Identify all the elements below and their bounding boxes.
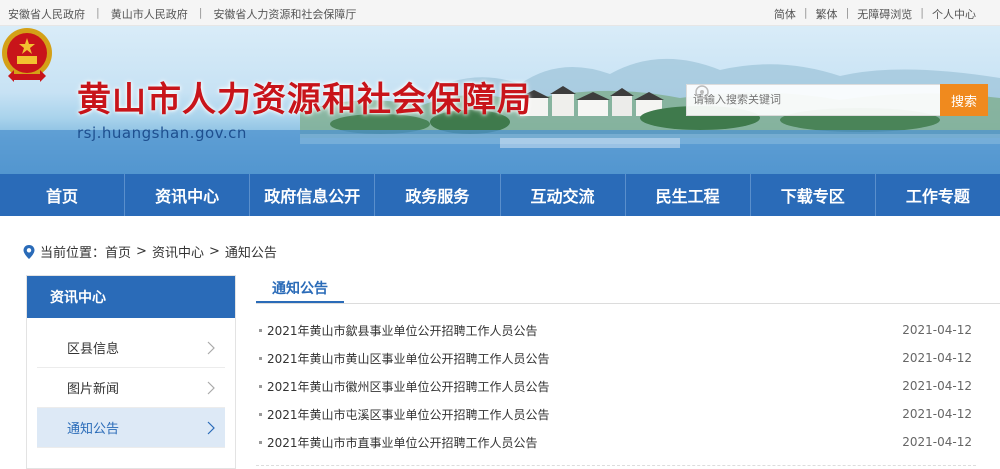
separator: | [198, 6, 203, 19]
main-nav: 首页 资讯中心 政府信息公开 政务服务 互动交流 民生工程 下载专区 工作专题 [0, 174, 1000, 216]
link-traditional[interactable]: 繁体 [816, 6, 838, 22]
search-button[interactable]: 搜索 [940, 84, 988, 116]
list-item[interactable]: 2021年黄山市黄山区事业单位公开招聘工作人员公告 2021-04-12 [256, 344, 976, 372]
article-date: 2021-04-12 [902, 435, 972, 449]
article-title[interactable]: 2021年黄山市屯溪区事业单位公开招聘工作人员公告 [267, 406, 550, 423]
breadcrumb-news-center[interactable]: 资讯中心 [152, 242, 204, 261]
article-list: 2021年黄山市歙县事业单位公开招聘工作人员公告 2021-04-12 2021… [256, 316, 976, 456]
location-pin-icon [23, 244, 35, 259]
nav-item-gov-services[interactable]: 政务服务 [374, 174, 499, 216]
list-item[interactable]: 2021年黄山市市直事业单位公开招聘工作人员公告 2021-04-12 [256, 428, 976, 456]
list-item[interactable]: 2021年黄山市歙县事业单位公开招聘工作人员公告 2021-04-12 [256, 316, 976, 344]
nav-item-topics[interactable]: 工作专题 [874, 174, 1000, 216]
national-emblem-icon [2, 28, 52, 82]
article-title[interactable]: 2021年黄山市歙县事业单位公开招聘工作人员公告 [267, 322, 538, 339]
link-accessibility[interactable]: 无障碍浏览 [857, 6, 912, 22]
separator: | [920, 6, 924, 19]
chevron-right-icon [207, 421, 215, 435]
nav-item-news-center[interactable]: 资讯中心 [124, 174, 249, 216]
separator: | [803, 6, 808, 19]
nav-item-interaction[interactable]: 互动交流 [499, 174, 625, 216]
search-box [686, 84, 940, 116]
sidebar-item-label: 图片新闻 [67, 382, 120, 397]
link-anhui-gov[interactable]: 安徽省人民政府 [8, 6, 85, 22]
bullet-icon [259, 412, 262, 416]
article-date: 2021-04-12 [902, 379, 972, 393]
bullet-icon [259, 440, 262, 444]
site-title: 黄山市人力资源和社会保障局 [77, 80, 532, 120]
bullet-icon [259, 328, 262, 332]
breadcrumb: 当前位置： 首页 > 资讯中心 > 通知公告 [22, 242, 277, 261]
breadcrumb-separator: > [208, 244, 220, 259]
search-input[interactable] [693, 94, 903, 106]
list-divider [256, 465, 976, 466]
nav-item-livelihood[interactable]: 民生工程 [624, 174, 750, 216]
breadcrumb-home[interactable]: 首页 [105, 242, 131, 261]
article-date: 2021-04-12 [902, 407, 972, 421]
chevron-right-icon [207, 341, 215, 355]
sidebar-title: 资讯中心 [27, 276, 235, 318]
chevron-right-icon [207, 381, 215, 395]
sidebar-item-county-info[interactable]: 区县信息 [37, 328, 225, 368]
top-links-left: 安徽省人民政府 | 黄山市人民政府 | 安徽省人力资源和社会保障厅 [8, 6, 356, 22]
separator: | [96, 6, 100, 19]
link-personal-center[interactable]: 个人中心 [932, 6, 976, 22]
nav-item-downloads[interactable]: 下载专区 [749, 174, 875, 216]
link-simplified[interactable]: 简体 [774, 6, 796, 22]
top-bar: 安徽省人民政府 | 黄山市人民政府 | 安徽省人力资源和社会保障厅 简体 | 繁… [0, 0, 1000, 26]
sidebar-item-photo-news[interactable]: 图片新闻 [37, 368, 225, 408]
nav-item-home[interactable]: 首页 [0, 174, 124, 216]
section-divider [256, 303, 1000, 304]
article-date: 2021-04-12 [902, 323, 972, 337]
header-banner: 黄山市人力资源和社会保障局 rsj.huangshan.gov.cn 搜索 [0, 26, 1000, 174]
article-title[interactable]: 2021年黄山市黄山区事业单位公开招聘工作人员公告 [267, 350, 550, 367]
nav-item-gov-info[interactable]: 政府信息公开 [249, 174, 374, 216]
separator: | [845, 6, 850, 19]
sidebar: 资讯中心 区县信息 图片新闻 通知公告 [26, 275, 236, 469]
search-icon [695, 85, 709, 99]
link-huangshan-gov[interactable]: 黄山市人民政府 [111, 6, 188, 22]
article-title[interactable]: 2021年黄山市徽州区事业单位公开招聘工作人员公告 [267, 378, 550, 395]
article-date: 2021-04-12 [902, 351, 972, 365]
sidebar-item-notices[interactable]: 通知公告 [37, 408, 225, 448]
article-title[interactable]: 2021年黄山市市直事业单位公开招聘工作人员公告 [267, 434, 538, 451]
bullet-icon [259, 384, 262, 388]
site-domain: rsj.huangshan.gov.cn [77, 124, 247, 142]
section-title-tab[interactable]: 通知公告 [256, 278, 344, 304]
bullet-icon [259, 356, 262, 360]
breadcrumb-separator: > [136, 244, 147, 259]
sidebar-item-label: 区县信息 [67, 342, 120, 357]
sidebar-item-label: 通知公告 [67, 422, 120, 437]
top-links-right: 简体 | 繁体 | 无障碍浏览 | 个人中心 [774, 6, 976, 22]
breadcrumb-current: 通知公告 [224, 246, 277, 261]
link-anhui-hrss[interactable]: 安徽省人力资源和社会保障厅 [213, 6, 356, 22]
list-item[interactable]: 2021年黄山市徽州区事业单位公开招聘工作人员公告 2021-04-12 [256, 372, 976, 400]
breadcrumb-prefix: 当前位置： [40, 246, 106, 261]
list-item[interactable]: 2021年黄山市屯溪区事业单位公开招聘工作人员公告 2021-04-12 [256, 400, 976, 428]
